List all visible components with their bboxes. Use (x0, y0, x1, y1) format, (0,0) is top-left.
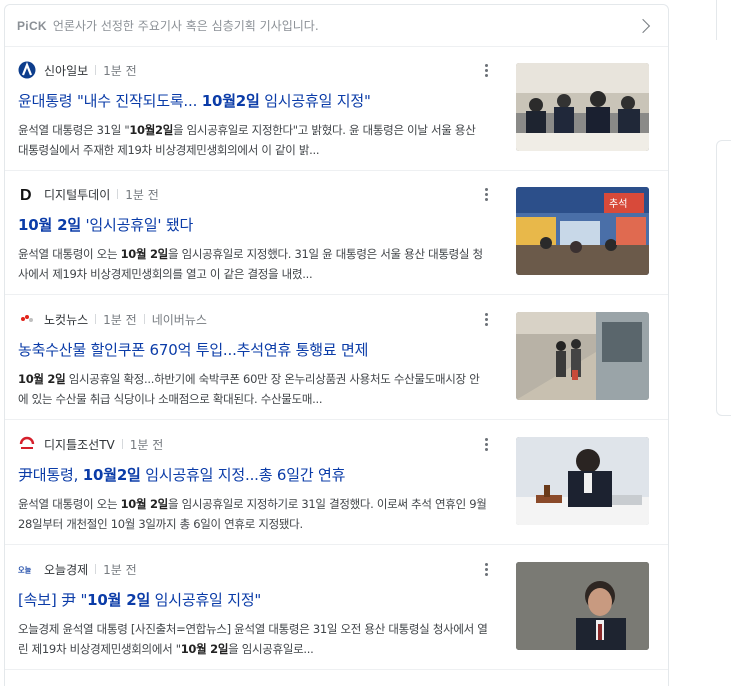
highlight-text: 10월 2일 (180, 642, 229, 656)
pick-description: 언론사가 선정한 주요기사 혹은 심층기획 기사입니다. (52, 19, 319, 33)
pick-logo: PiCK (17, 18, 47, 33)
article-thumbnail[interactable] (516, 562, 649, 650)
article-thumbnail[interactable] (516, 312, 649, 400)
press-name[interactable]: 노컷뉴스 (44, 311, 88, 328)
svg-text:D: D (20, 187, 32, 203)
divider (143, 314, 145, 324)
text-segment: 임시공휴일 지정" (150, 591, 262, 609)
divider (95, 564, 97, 574)
press-info: 신아일보 1분 전 (18, 61, 137, 79)
pick-news-panel: PiCK 언론사가 선정한 주요기사 혹은 심층기획 기사입니다. 신아일보 1분… (4, 4, 669, 686)
highlight-text: 10월 2일 (18, 372, 66, 386)
right-side-card (716, 140, 731, 416)
text-segment: 尹대통령, (18, 466, 83, 484)
text-segment: 을 임시공휴일로... (228, 642, 314, 656)
sinailbo-logo-icon[interactable] (18, 61, 36, 79)
divider (95, 314, 97, 324)
right-column-edge (716, 0, 717, 40)
highlight-text: 10월2일 (201, 92, 260, 110)
text-segment: 임시공휴일 확정...하반기에 숙박쿠폰 60만 장 온누리상품권 사용처도 수… (18, 372, 480, 406)
article-title[interactable]: 尹대통령, 10월2일 임시공휴일 지정...총 6일간 연휴 (18, 464, 488, 486)
highlight-text: 10월 2일 (120, 247, 169, 261)
article-title[interactable]: 윤대통령 "내수 진작되도록... 10월2일 임시공휴일 지정" (18, 90, 488, 112)
more-options-icon[interactable] (479, 435, 493, 453)
article-thumbnail[interactable] (516, 63, 649, 151)
dizzotv-logo-icon[interactable] (18, 435, 36, 453)
text-segment: [속보] 尹 " (18, 591, 88, 609)
press-name[interactable]: 디지틀조선TV (44, 436, 115, 453)
press-info: D 디지털투데이 1분 전 (18, 185, 159, 203)
press-name[interactable]: 디지털투데이 (44, 186, 110, 203)
time-label: 1분 전 (125, 187, 159, 202)
highlight-text: 10월 2일 (87, 591, 151, 609)
text-segment: '임시공휴일' 됐다 (80, 216, 194, 234)
more-options-icon[interactable] (479, 560, 493, 578)
article-snippet[interactable]: 윤석열 대통령은 31일 "10월2일을 임시공휴일로 지정한다"고 밝혔다. … (18, 120, 488, 160)
press-info: 디지틀조선TV 1분 전 (18, 435, 163, 453)
article-title[interactable]: [속보] 尹 "10월 2일 임시공휴일 지정" (18, 589, 488, 611)
time-label: 1분 전 (103, 312, 137, 327)
text-segment: 윤석열 대통령이 오는 (18, 247, 121, 261)
text-segment: 윤대통령 "내수 진작되도록... (18, 92, 202, 110)
article-snippet[interactable]: 오늘경제 윤석열 대통령 [사진출처=연합뉴스] 윤석열 대통령은 31일 오전… (18, 619, 488, 659)
divider (117, 189, 119, 199)
svg-text:추석: 추석 (609, 198, 627, 210)
naver-news-link[interactable]: 네이버뉴스 (152, 311, 207, 328)
press-name[interactable]: 오늘경제 (44, 561, 88, 578)
more-options-icon[interactable] (479, 310, 493, 328)
time-label: 1분 전 (129, 437, 164, 452)
highlight-text: 10월 2일 (18, 216, 81, 234)
article-snippet[interactable]: 윤석열 대통령이 오는 10월 2일을 임시공휴일로 지정했다. 31일 윤 대… (18, 244, 488, 284)
oneuleconomy-logo-icon[interactable]: 오늘 (18, 560, 36, 578)
press-info: 노컷뉴스 1분 전 네이버뉴스 (18, 310, 207, 328)
divider (121, 439, 123, 449)
press-name[interactable]: 신아일보 (44, 62, 88, 79)
press-info: 오늘 오늘경제 1분 전 (18, 560, 137, 578)
article-title[interactable]: 농축수산물 할인쿠폰 670억 투입...추석연휴 통행료 면제 (18, 339, 488, 361)
article-thumbnail[interactable]: 추석 (516, 187, 649, 275)
article-snippet[interactable]: 윤석열 대통령이 오는 10월 2일을 임시공휴일로 지정하기로 31일 결정했… (18, 494, 488, 534)
text-segment: 윤석열 대통령은 31일 " (18, 123, 130, 137)
divider (95, 65, 97, 75)
article-thumbnail[interactable] (516, 437, 649, 525)
text-segment: 농축수산물 할인쿠폰 670억 투입...추석연휴 통행료 면제 (18, 341, 369, 359)
chevron-right-icon[interactable] (635, 18, 651, 33)
more-options-icon[interactable] (479, 61, 493, 79)
more-options-icon[interactable] (479, 185, 493, 203)
time-label: 1분 전 (103, 63, 137, 78)
article-snippet[interactable]: 10월 2일 임시공휴일 확정...하반기에 숙박쿠폰 60만 장 온누리상품권… (18, 369, 488, 409)
highlight-text: 10월 2일 (120, 497, 169, 511)
pick-header[interactable]: PiCK 언론사가 선정한 주요기사 혹은 심층기획 기사입니다. (5, 5, 668, 47)
text-segment: 임시공휴일 지정...총 6일간 연휴 (140, 466, 346, 484)
time-label: 1분 전 (103, 562, 137, 577)
svg-text:오늘: 오늘 (18, 566, 32, 575)
highlight-text: 10월2일 (129, 123, 174, 137)
text-segment: 윤석열 대통령이 오는 (18, 497, 121, 511)
digitaltoday-logo-icon[interactable]: D (18, 185, 36, 203)
highlight-text: 10월2일 (82, 466, 141, 484)
text-segment: 임시공휴일 지정" (259, 92, 371, 110)
nocutnews-logo-icon[interactable] (18, 310, 36, 328)
article-title[interactable]: 10월 2일 '임시공휴일' 됐다 (18, 214, 488, 236)
